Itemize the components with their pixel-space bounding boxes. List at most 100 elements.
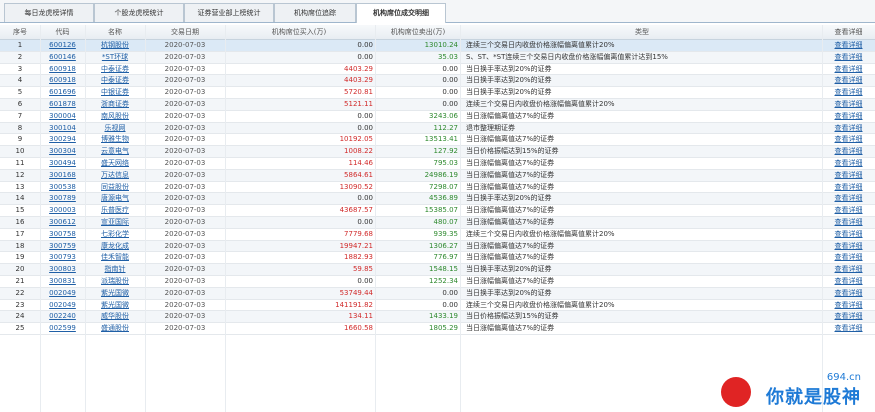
cell-code[interactable]: 300104 xyxy=(40,123,85,134)
cell-code-anchor[interactable]: 300759 xyxy=(49,242,76,250)
table-row[interactable]: 21 300831 派瑞股份 2020-07-03 0.00 1252.34 当日涨幅偏离值… xyxy=(0,276,875,288)
cell-detail-link-anchor[interactable]: 查看详细 xyxy=(835,147,863,155)
table-row[interactable]: 6 601878 浙商证券 2020-07-03 5121.11 0.00 连续三个交易日内… xyxy=(0,98,875,111)
cell-code[interactable]: 300789 xyxy=(40,193,85,204)
cell-name-anchor[interactable]: 康龙化成 xyxy=(101,242,129,250)
cell-detail-link-anchor[interactable]: 查看详细 xyxy=(835,265,863,273)
cell-name[interactable]: 浙商证券 xyxy=(85,99,145,110)
cell-name[interactable]: 中泰证券 xyxy=(85,64,145,75)
cell-code[interactable]: 300612 xyxy=(40,217,85,228)
cell-detail-link[interactable]: 查看详细 xyxy=(822,252,875,263)
cell-name-anchor[interactable]: 威华股份 xyxy=(101,312,129,320)
cell-code[interactable]: 002049 xyxy=(40,300,85,311)
cell-code-anchor[interactable]: 300294 xyxy=(49,135,76,143)
cell-code[interactable]: 300294 xyxy=(40,134,85,145)
cell-name[interactable]: 盛天网络 xyxy=(85,158,145,169)
cell-detail-link[interactable]: 查看详细 xyxy=(822,170,875,181)
cell-name[interactable]: 乐视网 xyxy=(85,123,145,134)
cell-name-anchor[interactable]: 中泰证券 xyxy=(101,76,129,84)
cell-detail-link[interactable]: 查看详细 xyxy=(822,323,875,334)
cell-code[interactable]: 300758 xyxy=(40,229,85,240)
cell-code-anchor[interactable]: 601696 xyxy=(49,88,76,96)
tab-daily-detail[interactable]: 每日龙虎榜详情 xyxy=(4,3,94,22)
table-row[interactable]: 16 300612 宣亚国际 2020-07-03 0.00 480.07 当日涨幅偏离值达… xyxy=(0,216,875,229)
cell-detail-link-anchor[interactable]: 查看详细 xyxy=(835,324,863,332)
cell-code[interactable]: 300494 xyxy=(40,158,85,169)
cell-detail-link[interactable]: 查看详细 xyxy=(822,40,875,51)
cell-detail-link-anchor[interactable]: 查看详细 xyxy=(835,253,863,261)
cell-detail-link[interactable]: 查看详细 xyxy=(822,217,875,228)
cell-detail-link-anchor[interactable]: 查看详细 xyxy=(835,183,863,191)
cell-name[interactable]: 佳禾智能 xyxy=(85,252,145,263)
cell-name[interactable]: *ST环球 xyxy=(85,52,145,63)
cell-name[interactable]: 宣亚国际 xyxy=(85,217,145,228)
cell-code[interactable]: 600146 xyxy=(40,52,85,63)
cell-detail-link-anchor[interactable]: 查看详细 xyxy=(835,41,863,49)
cell-code-anchor[interactable]: 300831 xyxy=(49,277,76,285)
table-row[interactable]: 15 300003 乐普医疗 2020-07-03 43687.57 15385.07 当日… xyxy=(0,205,875,217)
cell-name[interactable]: 康龙化成 xyxy=(85,241,145,252)
cell-code-anchor[interactable]: 300793 xyxy=(49,253,76,261)
cell-name[interactable]: 云意电气 xyxy=(85,146,145,157)
cell-name-anchor[interactable]: 指南针 xyxy=(105,265,126,273)
cell-code-anchor[interactable]: 601878 xyxy=(49,100,76,108)
cell-detail-link-anchor[interactable]: 查看详细 xyxy=(835,230,863,238)
cell-name[interactable]: 紫光国微 xyxy=(85,288,145,299)
table-row[interactable]: 1 600126 杭钢股份 2020-07-03 0.00 13010.24 连续三个交易日… xyxy=(0,40,875,52)
cell-detail-link[interactable]: 查看详细 xyxy=(822,134,875,145)
table-row[interactable]: 3 600918 中泰证券 2020-07-03 4403.29 0.00 当日换手率达到2… xyxy=(0,64,875,76)
cell-name-anchor[interactable]: 博雅生物 xyxy=(101,135,129,143)
table-row[interactable]: 13 300538 同益股份 2020-07-03 13090.52 7298.07 当日涨… xyxy=(0,182,875,194)
cell-name[interactable]: 中泰证券 xyxy=(85,75,145,86)
cell-detail-link-anchor[interactable]: 查看详细 xyxy=(835,53,863,61)
cell-name-anchor[interactable]: *ST环球 xyxy=(102,53,128,61)
cell-name-anchor[interactable]: 万达信息 xyxy=(101,171,129,179)
cell-code[interactable]: 601878 xyxy=(40,99,85,110)
table-row[interactable]: 10 300304 云意电气 2020-07-03 1008.22 127.92 当日价格振… xyxy=(0,146,875,158)
cell-code-anchor[interactable]: 300612 xyxy=(49,218,76,226)
cell-name-anchor[interactable]: 杭钢股份 xyxy=(101,41,129,49)
cell-code-anchor[interactable]: 300003 xyxy=(49,206,76,214)
cell-code-anchor[interactable]: 300004 xyxy=(49,112,76,120)
cell-detail-link[interactable]: 查看详细 xyxy=(822,276,875,287)
cell-detail-link-anchor[interactable]: 查看详细 xyxy=(835,194,863,202)
cell-detail-link-anchor[interactable]: 查看详细 xyxy=(835,289,863,297)
cell-code[interactable]: 600918 xyxy=(40,75,85,86)
cell-detail-link-anchor[interactable]: 查看详细 xyxy=(835,242,863,250)
table-row[interactable]: 8 300104 乐视网 2020-07-03 0.00 112.27 退市整理期证券 查看详… xyxy=(0,122,875,135)
cell-detail-link-anchor[interactable]: 查看详细 xyxy=(835,124,863,132)
cell-name-anchor[interactable]: 佳禾智能 xyxy=(101,253,129,261)
tab-institution-track[interactable]: 机构席位追踪 xyxy=(274,3,356,22)
cell-code-anchor[interactable]: 600918 xyxy=(49,65,76,73)
cell-name-anchor[interactable]: 中银证券 xyxy=(101,88,129,96)
table-row[interactable]: 25 002599 盛通股份 2020-07-03 1660.58 1805.29 当日涨幅… xyxy=(0,323,875,335)
cell-detail-link-anchor[interactable]: 查看详细 xyxy=(835,112,863,120)
table-row[interactable]: 22 002049 紫光国微 2020-07-03 53749.44 0.00 当日换手率达… xyxy=(0,287,875,300)
cell-name[interactable]: 万达信息 xyxy=(85,170,145,181)
cell-code-anchor[interactable]: 300803 xyxy=(49,265,76,273)
tab-broker-stats[interactable]: 证券营业部上榜统计 xyxy=(184,3,274,22)
cell-detail-link[interactable]: 查看详细 xyxy=(822,146,875,157)
cell-name[interactable]: 南风股份 xyxy=(85,111,145,122)
cell-name[interactable]: 七彩化学 xyxy=(85,229,145,240)
table-row[interactable]: 11 300494 盛天网络 2020-07-03 114.46 795.03 当日涨幅偏离… xyxy=(0,158,875,170)
table-row[interactable]: 18 300759 康龙化成 2020-07-03 19947.21 1306.27 当日涨… xyxy=(0,240,875,253)
cell-code[interactable]: 300004 xyxy=(40,111,85,122)
cell-detail-link[interactable]: 查看详细 xyxy=(822,52,875,63)
cell-detail-link[interactable]: 查看详细 xyxy=(822,311,875,322)
cell-code[interactable]: 601696 xyxy=(40,87,85,98)
cell-code[interactable]: 300759 xyxy=(40,241,85,252)
cell-detail-link[interactable]: 查看详细 xyxy=(822,99,875,110)
table-row[interactable]: 9 300294 博雅生物 2020-07-03 10192.05 13513.41 当日涨… xyxy=(0,134,875,147)
cell-code[interactable]: 600126 xyxy=(40,40,85,51)
cell-code-anchor[interactable]: 300104 xyxy=(49,124,76,132)
cell-detail-link[interactable]: 查看详细 xyxy=(822,264,875,275)
cell-code[interactable]: 300538 xyxy=(40,182,85,193)
cell-detail-link[interactable]: 查看详细 xyxy=(822,229,875,240)
cell-code-anchor[interactable]: 002240 xyxy=(49,312,76,320)
cell-code-anchor[interactable]: 300494 xyxy=(49,159,76,167)
cell-name[interactable]: 同益股份 xyxy=(85,182,145,193)
tab-stock-stats[interactable]: 个股龙虎榜统计 xyxy=(94,3,184,22)
cell-detail-link[interactable]: 查看详细 xyxy=(822,193,875,204)
cell-name-anchor[interactable]: 七彩化学 xyxy=(101,230,129,238)
